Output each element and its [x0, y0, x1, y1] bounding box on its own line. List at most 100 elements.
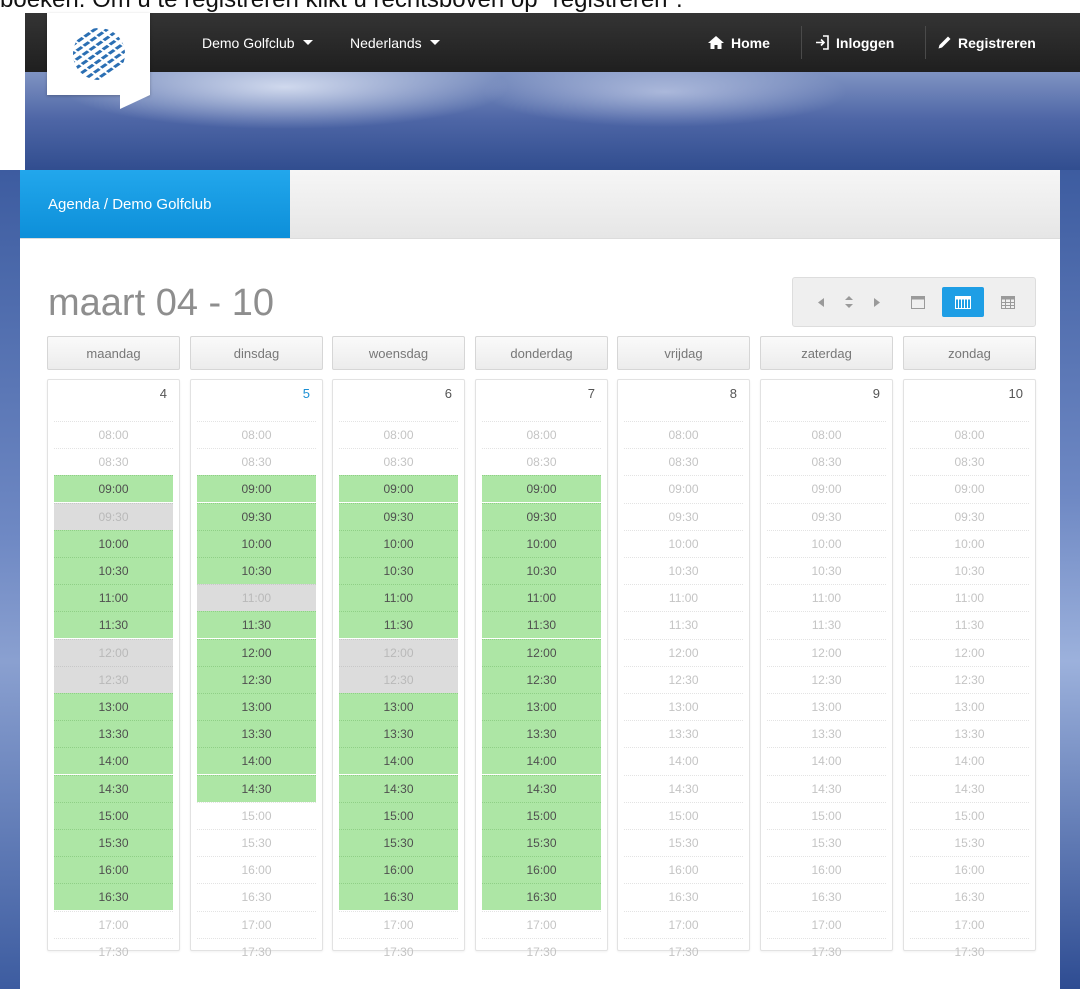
time-slot-available[interactable]: 09:00: [482, 475, 601, 502]
time-slot-available[interactable]: 13:00: [482, 693, 601, 720]
day-number[interactable]: 6: [445, 386, 452, 401]
day-number[interactable]: 8: [730, 386, 737, 401]
time-slot-available[interactable]: 15:00: [339, 802, 458, 829]
club-dropdown[interactable]: Demo Golfclub: [202, 13, 313, 72]
day-number[interactable]: 9: [873, 386, 880, 401]
time-slot-available[interactable]: 10:00: [482, 530, 601, 557]
language-dropdown[interactable]: Nederlands: [350, 13, 440, 72]
time-slot: 17:30: [624, 938, 743, 965]
time-slot-available[interactable]: 09:00: [339, 475, 458, 502]
time-slot-available[interactable]: 09:30: [482, 503, 601, 530]
time-slot-available[interactable]: 15:00: [54, 802, 173, 829]
time-slot-available[interactable]: 14:30: [482, 775, 601, 802]
prev-week-button[interactable]: [811, 278, 831, 326]
time-slot-available[interactable]: 14:30: [197, 775, 316, 802]
time-slot-available[interactable]: 14:30: [54, 775, 173, 802]
time-slot-available[interactable]: 11:30: [54, 611, 173, 638]
month-view-button[interactable]: [993, 278, 1023, 326]
instruction-caption: boeken. Om u te registreren klikt u rech…: [0, 0, 1080, 13]
time-slot-available[interactable]: 12:00: [482, 639, 601, 666]
day-number[interactable]: 10: [1009, 386, 1023, 401]
time-slot: 13:00: [910, 693, 1029, 720]
time-slot-available[interactable]: 11:00: [54, 584, 173, 611]
next-week-button[interactable]: [867, 278, 887, 326]
time-slot-available[interactable]: 14:00: [197, 747, 316, 774]
day-view-icon: [911, 295, 925, 309]
time-slot-available[interactable]: 13:00: [339, 693, 458, 720]
login-label: Inloggen: [836, 34, 895, 51]
time-slot-available[interactable]: 14:00: [482, 747, 601, 774]
home-icon: [708, 36, 724, 49]
time-slot-available[interactable]: 14:00: [54, 747, 173, 774]
time-slot-available[interactable]: 16:30: [339, 883, 458, 910]
time-slot: 11:00: [767, 584, 886, 611]
day-header-woensdag: woensdag: [332, 336, 465, 370]
time-slot: 13:00: [767, 693, 886, 720]
day-column-zaterdag: 9 08:00 08:30 09:00 09:30 10:00 10:30 11:00 11:3…: [760, 379, 893, 959]
time-slot-available[interactable]: 14:00: [339, 747, 458, 774]
time-slot-available[interactable]: 10:00: [54, 530, 173, 557]
club-logo[interactable]: [47, 13, 150, 95]
day-column-dinsdag: 5 08:00 08:30 09:00 09:30 10:00 10:30 11:00 11:3…: [190, 379, 323, 959]
time-slot-available[interactable]: 10:00: [339, 530, 458, 557]
time-slot: 10:30: [624, 557, 743, 584]
time-slot-available[interactable]: 15:30: [339, 829, 458, 856]
time-slot-available[interactable]: 09:30: [197, 503, 316, 530]
day-view-button[interactable]: [903, 278, 933, 326]
time-slot-available[interactable]: 16:00: [54, 856, 173, 883]
time-slot-available[interactable]: 11:00: [339, 584, 458, 611]
week-view-button[interactable]: [942, 287, 984, 317]
time-slot-available[interactable]: 13:00: [54, 693, 173, 720]
day-number[interactable]: 7: [588, 386, 595, 401]
time-slot-available[interactable]: 11:30: [197, 611, 316, 638]
day-header-dinsdag: dinsdag: [190, 336, 323, 370]
time-slot: 08:00: [767, 421, 886, 448]
login-icon: [816, 35, 829, 50]
time-slot: 17:00: [339, 911, 458, 938]
chevron-down-icon: [429, 40, 440, 45]
time-slot: 08:00: [54, 421, 173, 448]
time-slot-available[interactable]: 15:30: [482, 829, 601, 856]
time-slot-available[interactable]: 10:00: [197, 530, 316, 557]
time-slot-available[interactable]: 13:30: [482, 720, 601, 747]
day-number[interactable]: 4: [160, 386, 167, 401]
time-slot-available[interactable]: 16:00: [482, 856, 601, 883]
today-button[interactable]: [839, 278, 859, 326]
time-slot-available[interactable]: 13:30: [339, 720, 458, 747]
time-slot: 08:30: [482, 448, 601, 475]
register-link[interactable]: Registreren: [938, 13, 1036, 72]
time-slot-available[interactable]: 13:30: [197, 720, 316, 747]
time-slot-available[interactable]: 16:30: [482, 883, 601, 910]
time-slot: 12:00: [767, 639, 886, 666]
time-slot-available[interactable]: 11:30: [482, 611, 601, 638]
time-slot-available[interactable]: 09:00: [54, 475, 173, 502]
time-slot-available[interactable]: 13:30: [54, 720, 173, 747]
time-slot-available[interactable]: 11:00: [482, 584, 601, 611]
tab-agenda[interactable]: Agenda / Demo Golfclub: [20, 170, 290, 238]
time-slot-booked: 11:00: [197, 584, 316, 611]
time-slot-available[interactable]: 15:30: [54, 829, 173, 856]
time-slot-available[interactable]: 10:30: [197, 557, 316, 584]
day-number[interactable]: 5: [303, 386, 310, 401]
time-slot-available[interactable]: 12:00: [197, 639, 316, 666]
time-slot-available[interactable]: 15:00: [482, 802, 601, 829]
time-slot-available[interactable]: 12:30: [197, 666, 316, 693]
time-slot-available[interactable]: 16:30: [54, 883, 173, 910]
time-slot-available[interactable]: 10:30: [339, 557, 458, 584]
time-slot-available[interactable]: 10:30: [54, 557, 173, 584]
language-dropdown-label: Nederlands: [350, 34, 422, 51]
time-slot: 12:00: [624, 639, 743, 666]
time-slot: 15:00: [197, 802, 316, 829]
home-link[interactable]: Home: [708, 13, 770, 72]
time-slot-available[interactable]: 14:30: [339, 775, 458, 802]
time-slot-available[interactable]: 11:30: [339, 611, 458, 638]
time-slot-available[interactable]: 13:00: [197, 693, 316, 720]
time-slot-available[interactable]: 10:30: [482, 557, 601, 584]
login-link[interactable]: Inloggen: [815, 13, 894, 72]
time-slot-available[interactable]: 09:30: [339, 503, 458, 530]
time-slot-available[interactable]: 16:00: [339, 856, 458, 883]
agenda-panel: Agenda / Demo Golfclub maart 04 - 10 maa…: [20, 170, 1060, 989]
time-slot-available[interactable]: 09:00: [197, 475, 316, 502]
time-slot-available[interactable]: 12:30: [482, 666, 601, 693]
tab-agenda-label: Agenda / Demo Golfclub: [48, 195, 212, 213]
